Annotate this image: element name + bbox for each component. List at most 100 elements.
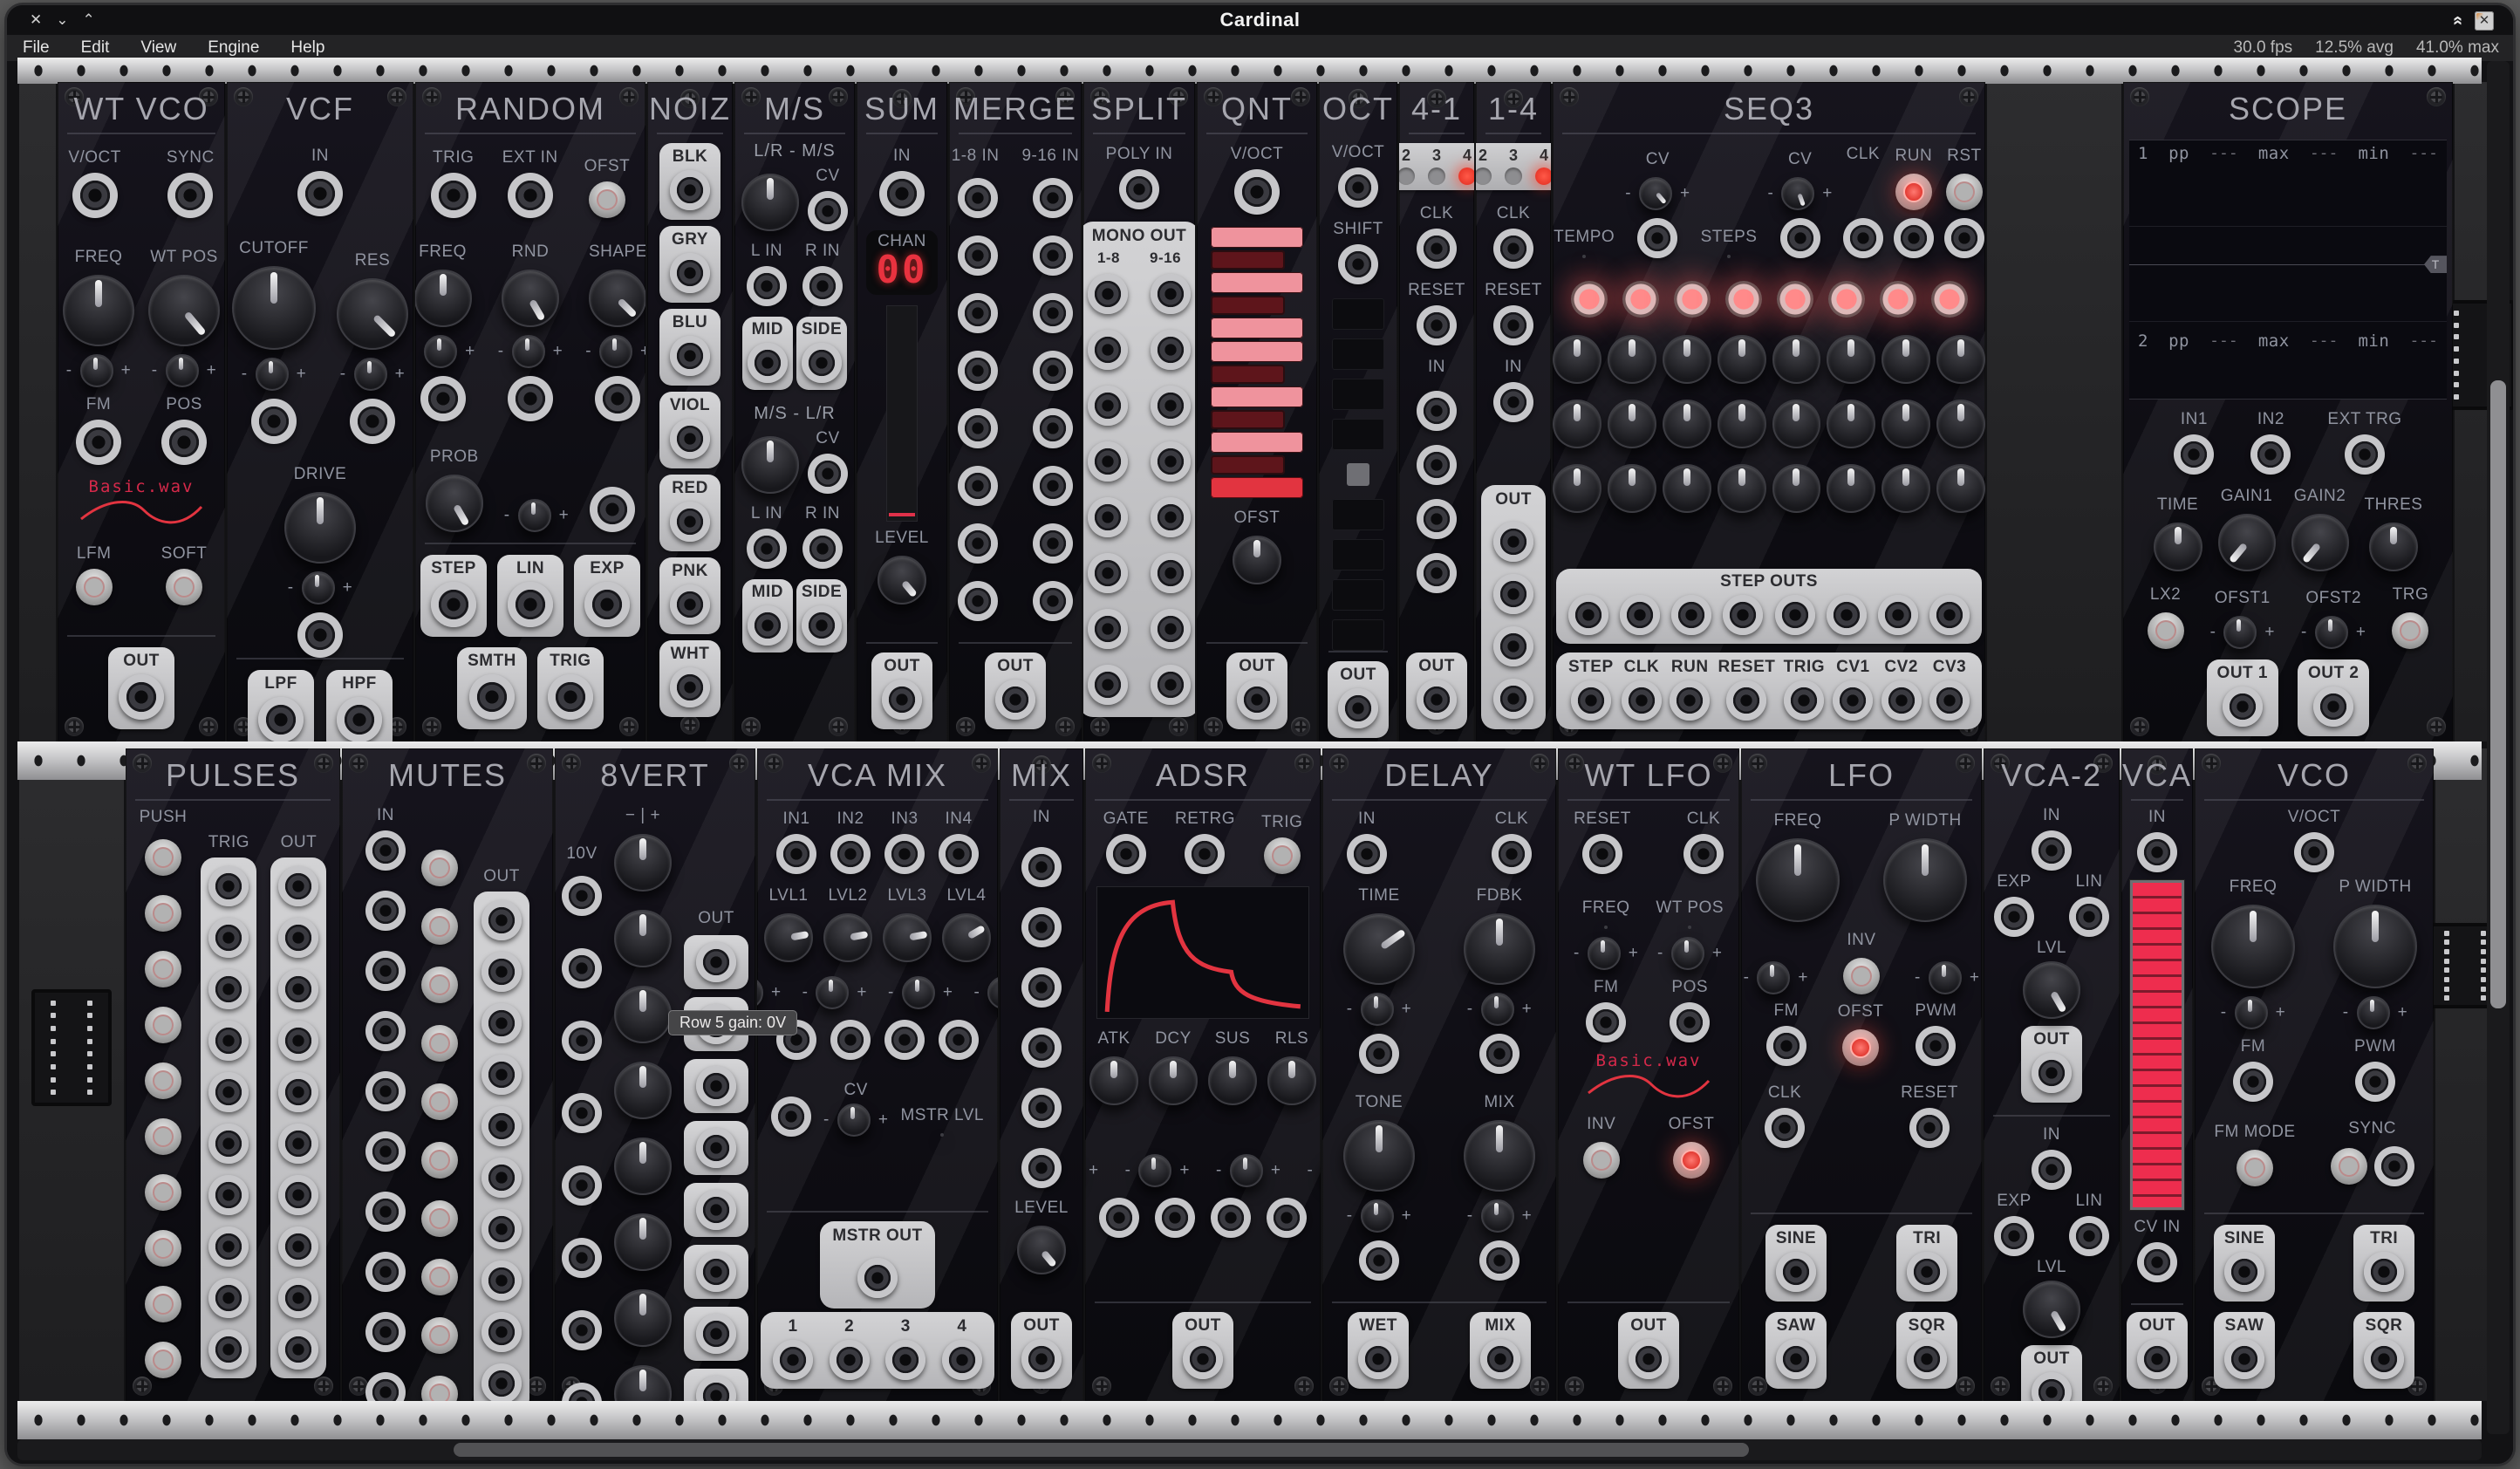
vca-mix-1-port[interactable] <box>773 1340 813 1380</box>
8vert-out-7-port[interactable] <box>696 1314 736 1354</box>
vca-mix-4-port[interactable] <box>942 1340 982 1380</box>
menu-item-edit[interactable]: Edit <box>65 38 126 58</box>
8vert-gain-4[interactable] <box>614 1062 672 1119</box>
adsr-cv-port[interactable] <box>1099 1198 1139 1238</box>
mutes-strip-6-port[interactable] <box>481 1158 522 1198</box>
group-4-1-selector-2-led[interactable] <box>1399 167 1415 185</box>
8vert-out-1-port[interactable] <box>696 942 736 982</box>
sum-in-port[interactable] <box>879 171 925 216</box>
wt-vco-v-oct-port[interactable] <box>72 173 118 218</box>
pulses-button-2[interactable] <box>145 895 181 932</box>
mix-in-4-port[interactable] <box>1021 1028 1062 1068</box>
delay-clk-port[interactable] <box>1492 834 1532 874</box>
ms-knob-knob[interactable] <box>741 436 799 494</box>
seq3-cv1-port[interactable] <box>1833 680 1873 721</box>
seq3-trim-trim[interactable] <box>1639 177 1672 210</box>
delay-mix-out-port[interactable] <box>1480 1339 1520 1379</box>
seq3-knob-knob[interactable] <box>1553 400 1601 448</box>
mutes-strip-7-port[interactable] <box>481 1209 522 1249</box>
seq3-step-out-4-port[interactable] <box>1723 595 1763 635</box>
random-trim-trim[interactable] <box>599 335 632 368</box>
split-out-16-port[interactable] <box>1151 665 1191 705</box>
seq3-cv-port[interactable] <box>1780 218 1820 258</box>
8vert-out-3-port[interactable] <box>696 1066 736 1106</box>
vca-mix-knob-knob[interactable] <box>764 913 813 962</box>
seq3-reset-port[interactable] <box>1726 680 1766 721</box>
scope-out-2-out-port[interactable] <box>2313 687 2353 727</box>
ms-r-in-port[interactable] <box>802 529 843 569</box>
seq3-knob-knob[interactable] <box>1936 464 1985 513</box>
seq3-knob-knob[interactable] <box>1718 464 1766 513</box>
seq3-cv3-port[interactable] <box>1929 680 1970 721</box>
merge-in-16-port[interactable] <box>1033 581 1073 621</box>
random-step-out-port[interactable] <box>431 582 476 627</box>
pulses-strip-6-port[interactable] <box>208 1124 249 1164</box>
random-trim-trim[interactable] <box>512 335 545 368</box>
seq3-knob-knob[interactable] <box>1936 335 1985 384</box>
lfo-tri-out-port[interactable] <box>1907 1252 1947 1292</box>
vcf-lpf-out-port[interactable] <box>258 697 304 741</box>
mutes-strip-1-port[interactable] <box>481 900 522 940</box>
split-out-14-port[interactable] <box>1151 609 1191 649</box>
vca-mix-knob-knob[interactable] <box>940 1133 944 1137</box>
mix-out-out-port[interactable] <box>1021 1339 1062 1379</box>
menu-item-help[interactable]: Help <box>275 38 340 58</box>
merge-in-10-port[interactable] <box>1033 408 1073 448</box>
random-ofst-button[interactable] <box>589 181 625 218</box>
oct-shift-port[interactable] <box>1338 244 1378 284</box>
mutes-in-1-port[interactable] <box>365 830 406 871</box>
seq3-step-out-5-port[interactable] <box>1775 595 1815 635</box>
vca-2-in-port[interactable] <box>2032 1150 2072 1190</box>
delay-knob-knob[interactable] <box>1343 913 1415 985</box>
seq3-run-port[interactable] <box>1670 680 1710 721</box>
group-4-1-selector-3-led[interactable] <box>1428 167 1445 185</box>
vca-out-out-port[interactable] <box>2137 1339 2177 1379</box>
vco-sine-out-port[interactable] <box>2224 1252 2264 1292</box>
random-cv-port[interactable] <box>508 376 553 421</box>
lfo-sqr-out-port[interactable] <box>1907 1339 1947 1379</box>
8vert-out-4-port[interactable] <box>696 1128 736 1168</box>
wt-vco-trim-trim[interactable] <box>166 354 199 387</box>
qnt-key-2[interactable] <box>1211 250 1285 270</box>
pulses-button-4[interactable] <box>145 1007 181 1043</box>
wt-lfo-button-button[interactable] <box>1673 1142 1710 1179</box>
ms-l-in-port[interactable] <box>747 529 787 569</box>
seq3-cv-port[interactable] <box>1894 218 1934 258</box>
mutes-in-8-port[interactable] <box>365 1252 406 1292</box>
adsr-trim-trim[interactable] <box>1138 1154 1171 1187</box>
group-4-1-in-3-port[interactable] <box>1417 499 1457 539</box>
seq3-knob-knob[interactable] <box>1727 255 1731 258</box>
qnt-key-9[interactable] <box>1211 410 1285 429</box>
adsr-trim-trim[interactable] <box>1230 1154 1263 1187</box>
delay-knob-knob[interactable] <box>1343 1120 1415 1192</box>
oct-oct-cell-7[interactable] <box>1332 579 1384 611</box>
adsr-knob-knob[interactable] <box>1208 1056 1257 1105</box>
vco-knob-knob[interactable] <box>2333 905 2417 988</box>
8vert-gain-2[interactable] <box>614 910 672 967</box>
seq3-button-button[interactable] <box>1946 174 1983 210</box>
adsr-knob-knob[interactable] <box>1149 1056 1198 1105</box>
seq3-knob-knob[interactable] <box>1881 335 1930 384</box>
mutes-button-9[interactable] <box>421 1317 458 1354</box>
vca-2-lin-port[interactable] <box>2069 897 2109 937</box>
pulses-strip-9-port[interactable] <box>208 1278 249 1318</box>
vertical-scrollbar-thumb[interactable] <box>2490 380 2506 1008</box>
random-knob-knob[interactable] <box>426 475 483 532</box>
seq3-knob-knob[interactable] <box>1936 400 1985 448</box>
pulses-strip-3-port[interactable] <box>278 969 318 1009</box>
vca-mix-in4-port[interactable] <box>939 834 979 874</box>
vco-trim-trim[interactable] <box>2357 996 2390 1029</box>
pulses-strip-7-port[interactable] <box>278 1175 318 1215</box>
oct-oct-cell-1[interactable] <box>1332 298 1384 330</box>
8vert-gain-8[interactable] <box>614 1365 672 1401</box>
lfo-knob-knob[interactable] <box>1883 838 1967 922</box>
seq3-knob-knob[interactable] <box>1827 335 1875 384</box>
qnt-key-1[interactable] <box>1211 227 1303 248</box>
pulses-strip-1-port[interactable] <box>278 866 318 906</box>
delay-in-port[interactable] <box>1347 834 1387 874</box>
8vert-gain-3[interactable] <box>614 986 672 1043</box>
delay-trim-trim[interactable] <box>1361 1199 1394 1233</box>
noiz-blk-out-port[interactable] <box>670 170 710 210</box>
wt-vco-trim-trim[interactable] <box>80 354 113 387</box>
scope-trigger-line[interactable]: T <box>2129 264 2447 265</box>
